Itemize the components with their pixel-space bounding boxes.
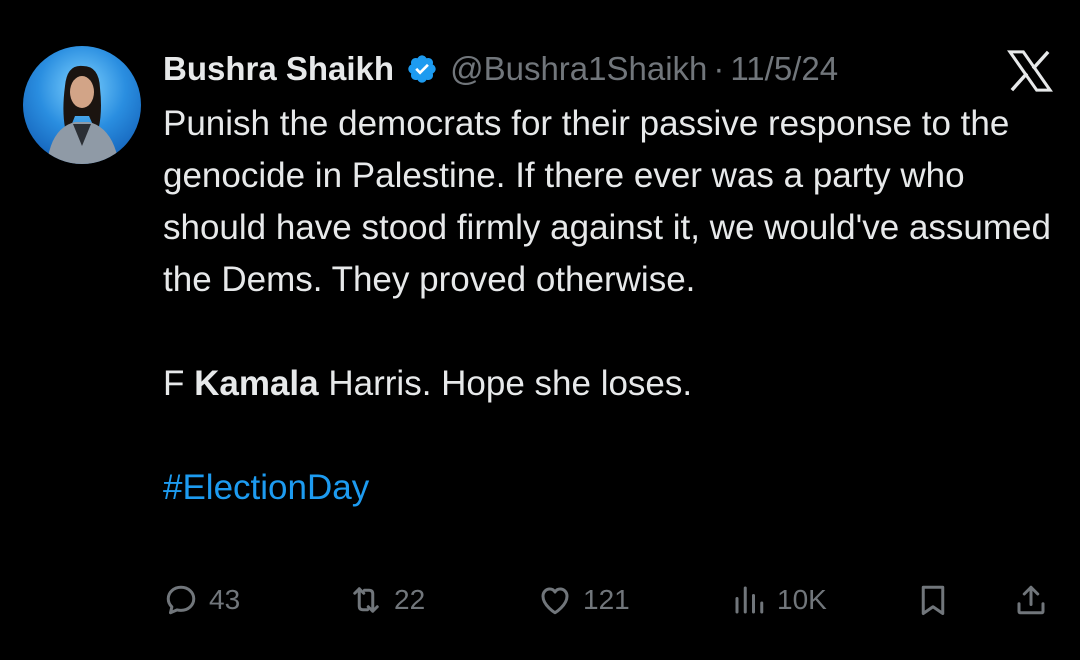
avatar-image (47, 65, 119, 164)
post-paragraph: F Kamala Harris. Hope she loses. (163, 358, 1063, 410)
post-header: Bushra Shaikh @Bushra1Shaikh · 11/5/24 (163, 44, 838, 94)
share-button[interactable] (1013, 578, 1049, 622)
views-count: 10K (777, 584, 827, 615)
post-text: Harris. Hope she loses. (318, 364, 693, 403)
post-text-bold: Kamala (194, 364, 319, 403)
like-count: 121 (583, 584, 630, 615)
repost-button[interactable]: 22 (348, 578, 425, 622)
hashtag-link[interactable]: #ElectionDay (163, 462, 1063, 514)
heart-icon (541, 587, 569, 615)
verified-badge-icon (406, 53, 438, 85)
avatar[interactable] (23, 46, 141, 164)
post-body: Punish the democrats for their passive r… (163, 98, 1063, 514)
post-paragraph: Punish the democrats for their passive r… (163, 104, 1051, 299)
repost-count: 22 (394, 584, 426, 615)
reply-count: 43 (209, 584, 241, 615)
separator-dot: · (713, 50, 725, 87)
share-icon (1017, 585, 1045, 615)
post-date[interactable]: 11/5/24 (730, 50, 838, 88)
reply-icon (166, 585, 196, 615)
post-text: F (163, 364, 195, 403)
reply-button[interactable]: 43 (163, 578, 240, 622)
bookmark-icon (921, 585, 945, 615)
action-bar: 43 22 121 10K (163, 578, 1053, 622)
author-name[interactable]: Bushra Shaikh (163, 50, 394, 88)
like-button[interactable]: 121 (537, 578, 630, 622)
repost-icon (353, 587, 379, 613)
views-button[interactable]: 10K (731, 578, 827, 622)
bookmark-button[interactable] (915, 578, 951, 622)
author-handle[interactable]: @Bushra1Shaikh (450, 50, 707, 88)
views-icon (735, 586, 764, 614)
x-logo-icon (1007, 50, 1053, 92)
